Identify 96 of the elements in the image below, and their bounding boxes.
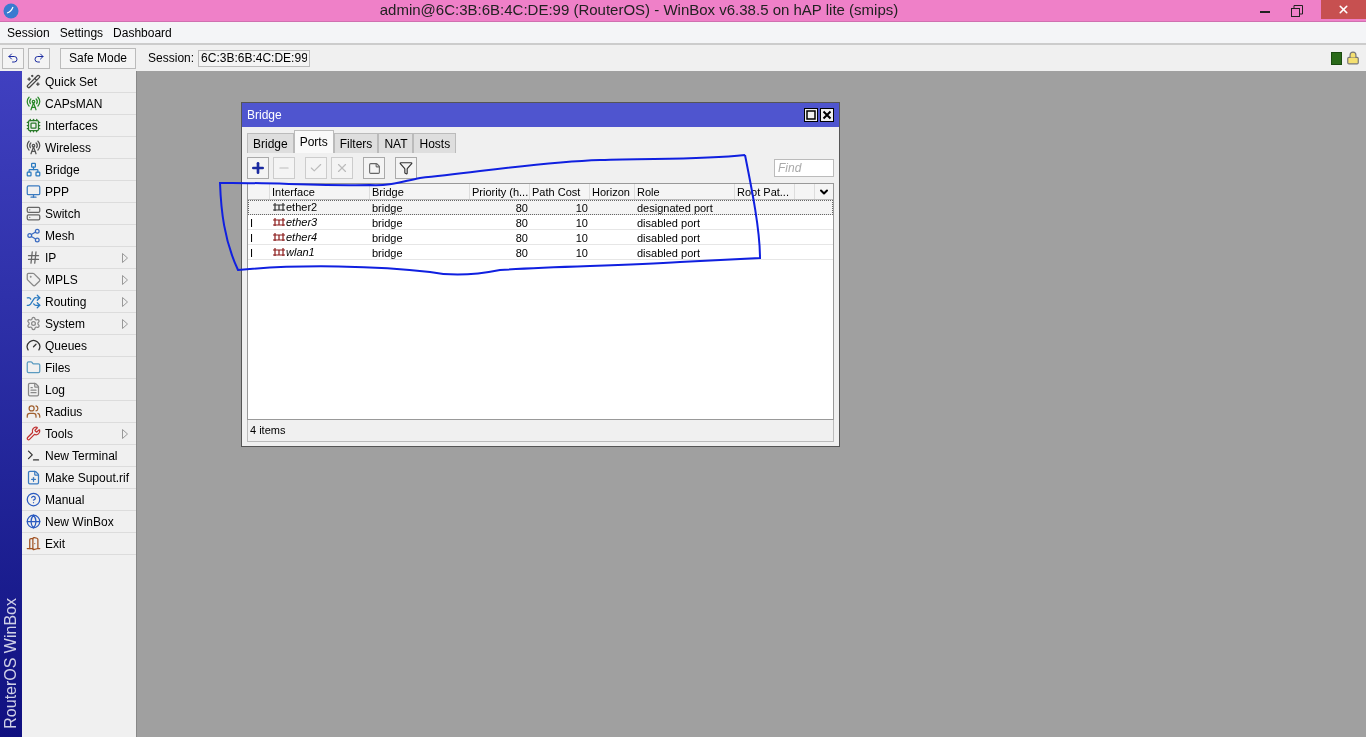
check-icon bbox=[309, 161, 323, 175]
port-icon bbox=[272, 217, 286, 227]
port-icon bbox=[272, 232, 286, 242]
window-title: admin@6C:3B:6B:4C:DE:99 (RouterOS) - WinBox v6.38.5 on hAP lite (smips) bbox=[378, 0, 900, 21]
close-button[interactable] bbox=[1321, 0, 1366, 19]
tag-icon bbox=[26, 272, 41, 287]
table-cell: I bbox=[250, 217, 254, 229]
nodes-icon bbox=[26, 228, 41, 243]
tab[interactable]: Hosts bbox=[413, 133, 457, 153]
session-field[interactable]: 6C:3B:6B:4C:DE:99 bbox=[198, 49, 311, 67]
submenu-arrow-icon bbox=[122, 275, 128, 285]
crossing-arrows-icon bbox=[26, 294, 41, 309]
table-cell: 80 bbox=[515, 217, 528, 229]
submenu-arrow-icon bbox=[122, 429, 128, 439]
table-cell: I bbox=[250, 232, 254, 244]
wand-icon bbox=[26, 74, 41, 89]
column-header[interactable]: Role bbox=[635, 184, 735, 199]
table-cell-text: ether2 bbox=[286, 199, 318, 215]
cross-icon bbox=[335, 161, 349, 175]
tab[interactable]: Ports bbox=[293, 130, 334, 153]
table-cell: disabled port bbox=[637, 217, 700, 229]
submenu-arrow-icon bbox=[122, 297, 128, 307]
table-cell-text: ether4 bbox=[286, 229, 318, 245]
side-label: RouterOS WinBox bbox=[1, 598, 20, 729]
globe-icon bbox=[26, 514, 41, 529]
document-icon bbox=[26, 382, 41, 397]
port-icon bbox=[272, 202, 286, 212]
column-header[interactable]: Bridge bbox=[370, 184, 470, 199]
redo-icon bbox=[33, 52, 45, 64]
table-cell: bridge bbox=[372, 247, 403, 259]
table-cell: 80 bbox=[515, 247, 528, 259]
tab[interactable]: NAT bbox=[378, 133, 414, 153]
table-cell-text: wlan1 bbox=[286, 244, 315, 260]
table-row[interactable]: ether2 bridge 80 10 designated port bbox=[248, 200, 833, 215]
monitor-icon bbox=[26, 184, 41, 199]
wrench-icon bbox=[26, 426, 41, 441]
close-icon bbox=[1337, 3, 1350, 16]
window-title: Bridge bbox=[247, 107, 283, 124]
sidebar-item[interactable]: System bbox=[22, 313, 136, 335]
table-cell: 10 bbox=[575, 202, 588, 214]
table-cell: 80 bbox=[515, 232, 528, 244]
folder-icon bbox=[26, 360, 41, 375]
network-card-icon bbox=[26, 118, 41, 133]
column-header[interactable]: Interface bbox=[270, 184, 370, 199]
lock-icon bbox=[1346, 51, 1360, 65]
find-field[interactable]: Find bbox=[774, 159, 834, 177]
safe-mode-button[interactable]: Safe Mode bbox=[60, 47, 137, 69]
table-cell: 10 bbox=[575, 232, 588, 244]
table-cell: 10 bbox=[575, 217, 588, 229]
table-cell: 80 bbox=[515, 202, 528, 214]
table-cell: designated port bbox=[637, 202, 713, 214]
plus-icon bbox=[250, 160, 266, 176]
antenna-icon bbox=[26, 140, 41, 155]
table-cell: disabled port bbox=[637, 247, 700, 259]
users-icon bbox=[26, 404, 41, 419]
filter-icon bbox=[399, 161, 413, 175]
filter-button[interactable] bbox=[395, 157, 417, 179]
table-cell: bridge bbox=[372, 202, 403, 214]
undo-button[interactable] bbox=[2, 47, 24, 69]
table-cell: 10 bbox=[575, 247, 588, 259]
add-button[interactable] bbox=[247, 157, 269, 179]
tab[interactable]: Bridge bbox=[247, 133, 294, 153]
tab[interactable]: Filters bbox=[333, 133, 379, 153]
maximize-icon[interactable] bbox=[804, 108, 818, 122]
status-indicator-icon bbox=[1331, 51, 1342, 65]
gauge-icon bbox=[26, 338, 41, 353]
status-text: 4 items bbox=[249, 423, 287, 439]
table-cell: I bbox=[250, 247, 254, 259]
comment-button[interactable] bbox=[363, 157, 385, 179]
table-cell-text: ether3 bbox=[286, 214, 318, 230]
switch-icon bbox=[26, 206, 41, 221]
terminal-icon bbox=[26, 448, 41, 463]
restore-icon[interactable] bbox=[1291, 4, 1303, 17]
undo-icon bbox=[7, 52, 19, 64]
port-icon bbox=[272, 247, 286, 257]
column-header[interactable]: Path Cost bbox=[530, 184, 590, 199]
note-icon bbox=[367, 161, 381, 175]
submenu-arrow-icon bbox=[122, 253, 128, 263]
gear-icon bbox=[26, 316, 41, 331]
close-icon[interactable] bbox=[820, 108, 834, 122]
help-icon bbox=[26, 492, 41, 507]
submenu-arrow-icon bbox=[122, 319, 128, 329]
door-icon bbox=[26, 536, 41, 551]
file-icon bbox=[26, 470, 41, 485]
table-cell: bridge bbox=[372, 232, 403, 244]
session-label: Session: bbox=[148, 50, 195, 67]
redo-button[interactable] bbox=[28, 47, 50, 69]
menu-item[interactable]: Session bbox=[7, 23, 50, 42]
menu-item[interactable]: Dashboard bbox=[113, 23, 172, 42]
table-cell: disabled port bbox=[637, 232, 700, 244]
table-cell: bridge bbox=[372, 217, 403, 229]
app-logo-icon bbox=[3, 2, 19, 19]
antenna-icon bbox=[26, 96, 41, 111]
column-header[interactable]: Priority (h... bbox=[470, 184, 530, 199]
menu-item[interactable]: Settings bbox=[59, 23, 104, 42]
column-header[interactable]: Horizon bbox=[590, 184, 635, 199]
